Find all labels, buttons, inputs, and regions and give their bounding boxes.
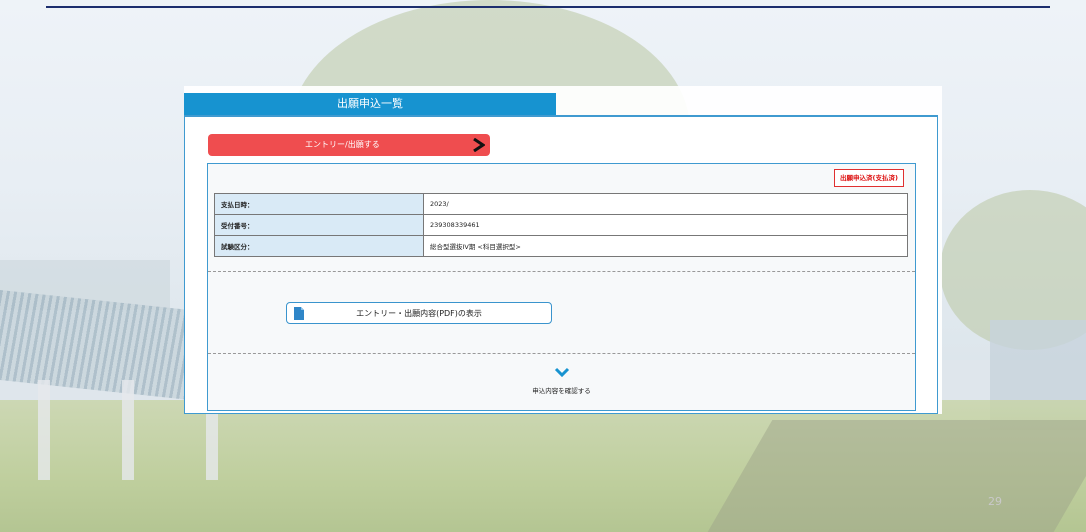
table-row: 試験区分： 総合型選抜IV期 <科目選択型>	[214, 235, 908, 257]
chevron-right-icon	[473, 138, 485, 152]
application-card: 出願申込済(支払済) 支払日時： 2023/ 受付番号： 23930833946…	[207, 163, 916, 411]
chevron-down-icon	[554, 367, 569, 377]
exam-category-value: 総合型選抜IV期 <科目選択型>	[423, 235, 908, 257]
view-pdf-label: エントリー・出願内容(PDF)の表示	[356, 309, 482, 318]
panel-content: エントリー/出願する 出願申込済(支払済) 支払日時： 2023/ 受付番号： …	[184, 115, 938, 414]
status-badge: 出願申込済(支払済)	[834, 169, 904, 187]
payment-datetime-value: 2023/	[423, 193, 908, 215]
entry-apply-label: エントリー/出願する	[305, 140, 380, 149]
table-row: 受付番号： 239308339461	[214, 214, 908, 236]
table-row: 支払日時： 2023/	[214, 193, 908, 215]
application-list-panel: 出願申込一覧 エントリー/出願する 出願申込済(支払済) 支払日時： 2023/…	[184, 86, 942, 414]
application-info-table: 支払日時： 2023/ 受付番号： 239308339461 試験区分： 総合型…	[214, 193, 908, 257]
document-icon	[294, 307, 304, 320]
confirm-details-label: 申込内容を確認する	[532, 387, 591, 395]
receipt-number-label: 受付番号：	[214, 214, 424, 236]
slide-page-number: 29	[988, 495, 1002, 508]
receipt-number-value: 239308339461	[423, 214, 908, 236]
divider	[208, 271, 915, 272]
confirm-details-toggle[interactable]: 申込内容を確認する	[208, 367, 915, 395]
tab-application-list[interactable]: 出願申込一覧	[184, 93, 556, 115]
view-pdf-button[interactable]: エントリー・出願内容(PDF)の表示	[286, 302, 552, 324]
entry-apply-button[interactable]: エントリー/出願する	[208, 134, 490, 156]
divider	[208, 353, 915, 354]
header-rule	[46, 6, 1050, 8]
exam-category-label: 試験区分：	[214, 235, 424, 257]
payment-datetime-label: 支払日時：	[214, 193, 424, 215]
